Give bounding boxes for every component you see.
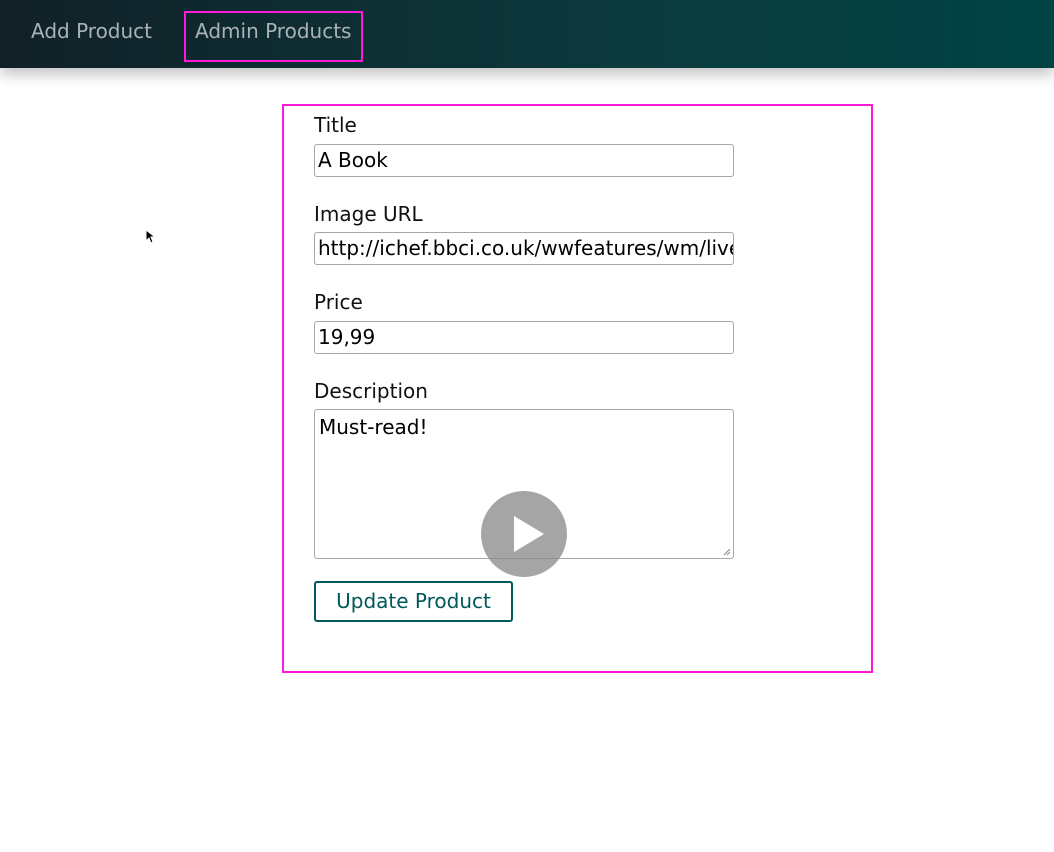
play-icon[interactable] (481, 491, 567, 577)
admin-products-highlight-box (184, 11, 363, 62)
mouse-cursor-icon (145, 229, 155, 244)
price-input[interactable]: 19,99 (314, 321, 734, 354)
image-url-label: Image URL (314, 202, 423, 226)
nav-add-product-link[interactable]: Add Product (31, 18, 152, 44)
description-text: Must-read! (319, 415, 428, 439)
update-product-button[interactable]: Update Product (314, 581, 513, 622)
description-label: Description (314, 379, 428, 403)
main-header: Add Product Admin Products (0, 0, 1054, 68)
title-label: Title (314, 113, 357, 137)
price-label: Price (314, 290, 363, 314)
resize-grip-icon[interactable] (723, 548, 731, 556)
image-url-input[interactable]: http://ichef.bbci.co.uk/wwfeatures/wm/li… (314, 232, 734, 265)
title-input[interactable]: A Book (314, 144, 734, 177)
